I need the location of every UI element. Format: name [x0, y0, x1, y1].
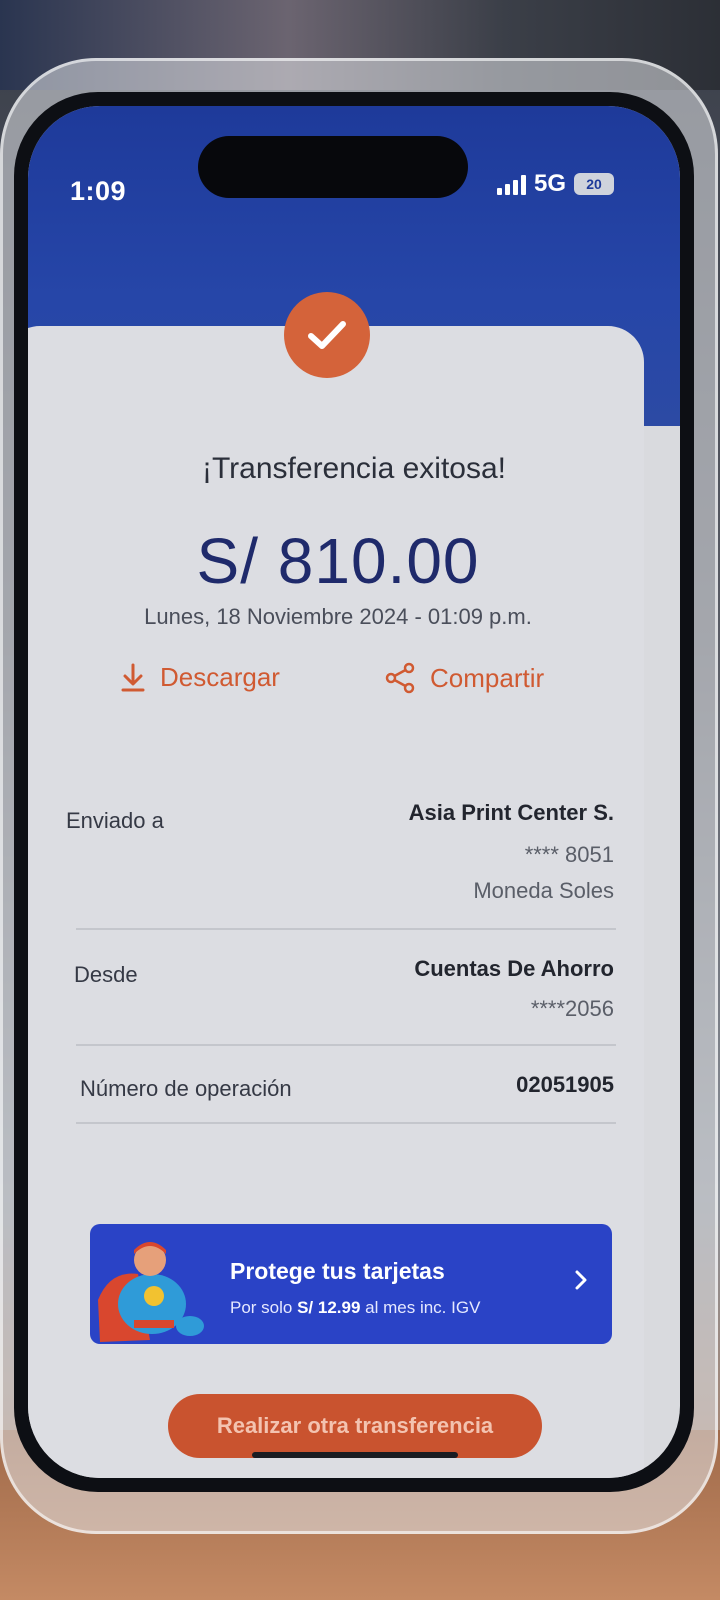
success-check-icon	[284, 292, 370, 378]
status-indicators: 5G 20	[496, 170, 614, 198]
battery-level: 20	[586, 176, 602, 192]
download-button[interactable]: Descargar	[120, 662, 280, 693]
sent-to-label: Enviado a	[66, 808, 164, 833]
operation-number: 02051905	[516, 1072, 614, 1097]
recipient-name: Asia Print Center S.	[408, 800, 614, 825]
from-account-type: Cuentas De Ahorro	[414, 956, 614, 981]
divider	[76, 1122, 616, 1124]
divider	[76, 928, 616, 930]
battery-icon: 20	[574, 173, 614, 195]
promo-title: Protege tus tarjetas	[230, 1258, 445, 1284]
new-transfer-button[interactable]: Realizar otra transferencia	[168, 1394, 542, 1458]
phone-screen: 1:09 5G 20 ¡Transferencia exitosa! S/ 81…	[28, 106, 680, 1478]
operation-label: Número de operación	[80, 1076, 292, 1101]
promo-subtitle: Por solo S/ 12.99 al mes inc. IGV	[230, 1298, 481, 1317]
recipient-account: **** 8051	[524, 842, 614, 867]
from-label: Desde	[74, 962, 138, 987]
transfer-amount: S/ 810.00	[196, 525, 480, 597]
protect-cards-banner[interactable]: Protege tus tarjetas Por solo S/ 12.99 a…	[90, 1224, 612, 1344]
from-account-number: ****2056	[530, 996, 614, 1021]
superhero-illustration	[98, 1242, 204, 1342]
success-title: ¡Transferencia exitosa!	[201, 452, 506, 485]
home-indicator	[252, 1452, 458, 1458]
download-icon	[121, 663, 145, 691]
divider	[76, 1044, 616, 1046]
network-label: 5G	[533, 170, 566, 197]
download-label: Descargar	[160, 662, 280, 692]
share-icon	[385, 662, 415, 694]
transfer-datetime: Lunes, 18 Noviembre 2024 - 01:09 p.m.	[144, 604, 532, 629]
dynamic-island	[198, 136, 468, 198]
chevron-right-icon	[575, 1270, 587, 1290]
signal-icon	[496, 173, 526, 195]
share-label: Compartir	[430, 662, 545, 693]
recipient-currency: Moneda Soles	[473, 878, 614, 903]
share-button[interactable]: Compartir	[384, 662, 544, 694]
status-time: 1:09	[70, 176, 127, 206]
